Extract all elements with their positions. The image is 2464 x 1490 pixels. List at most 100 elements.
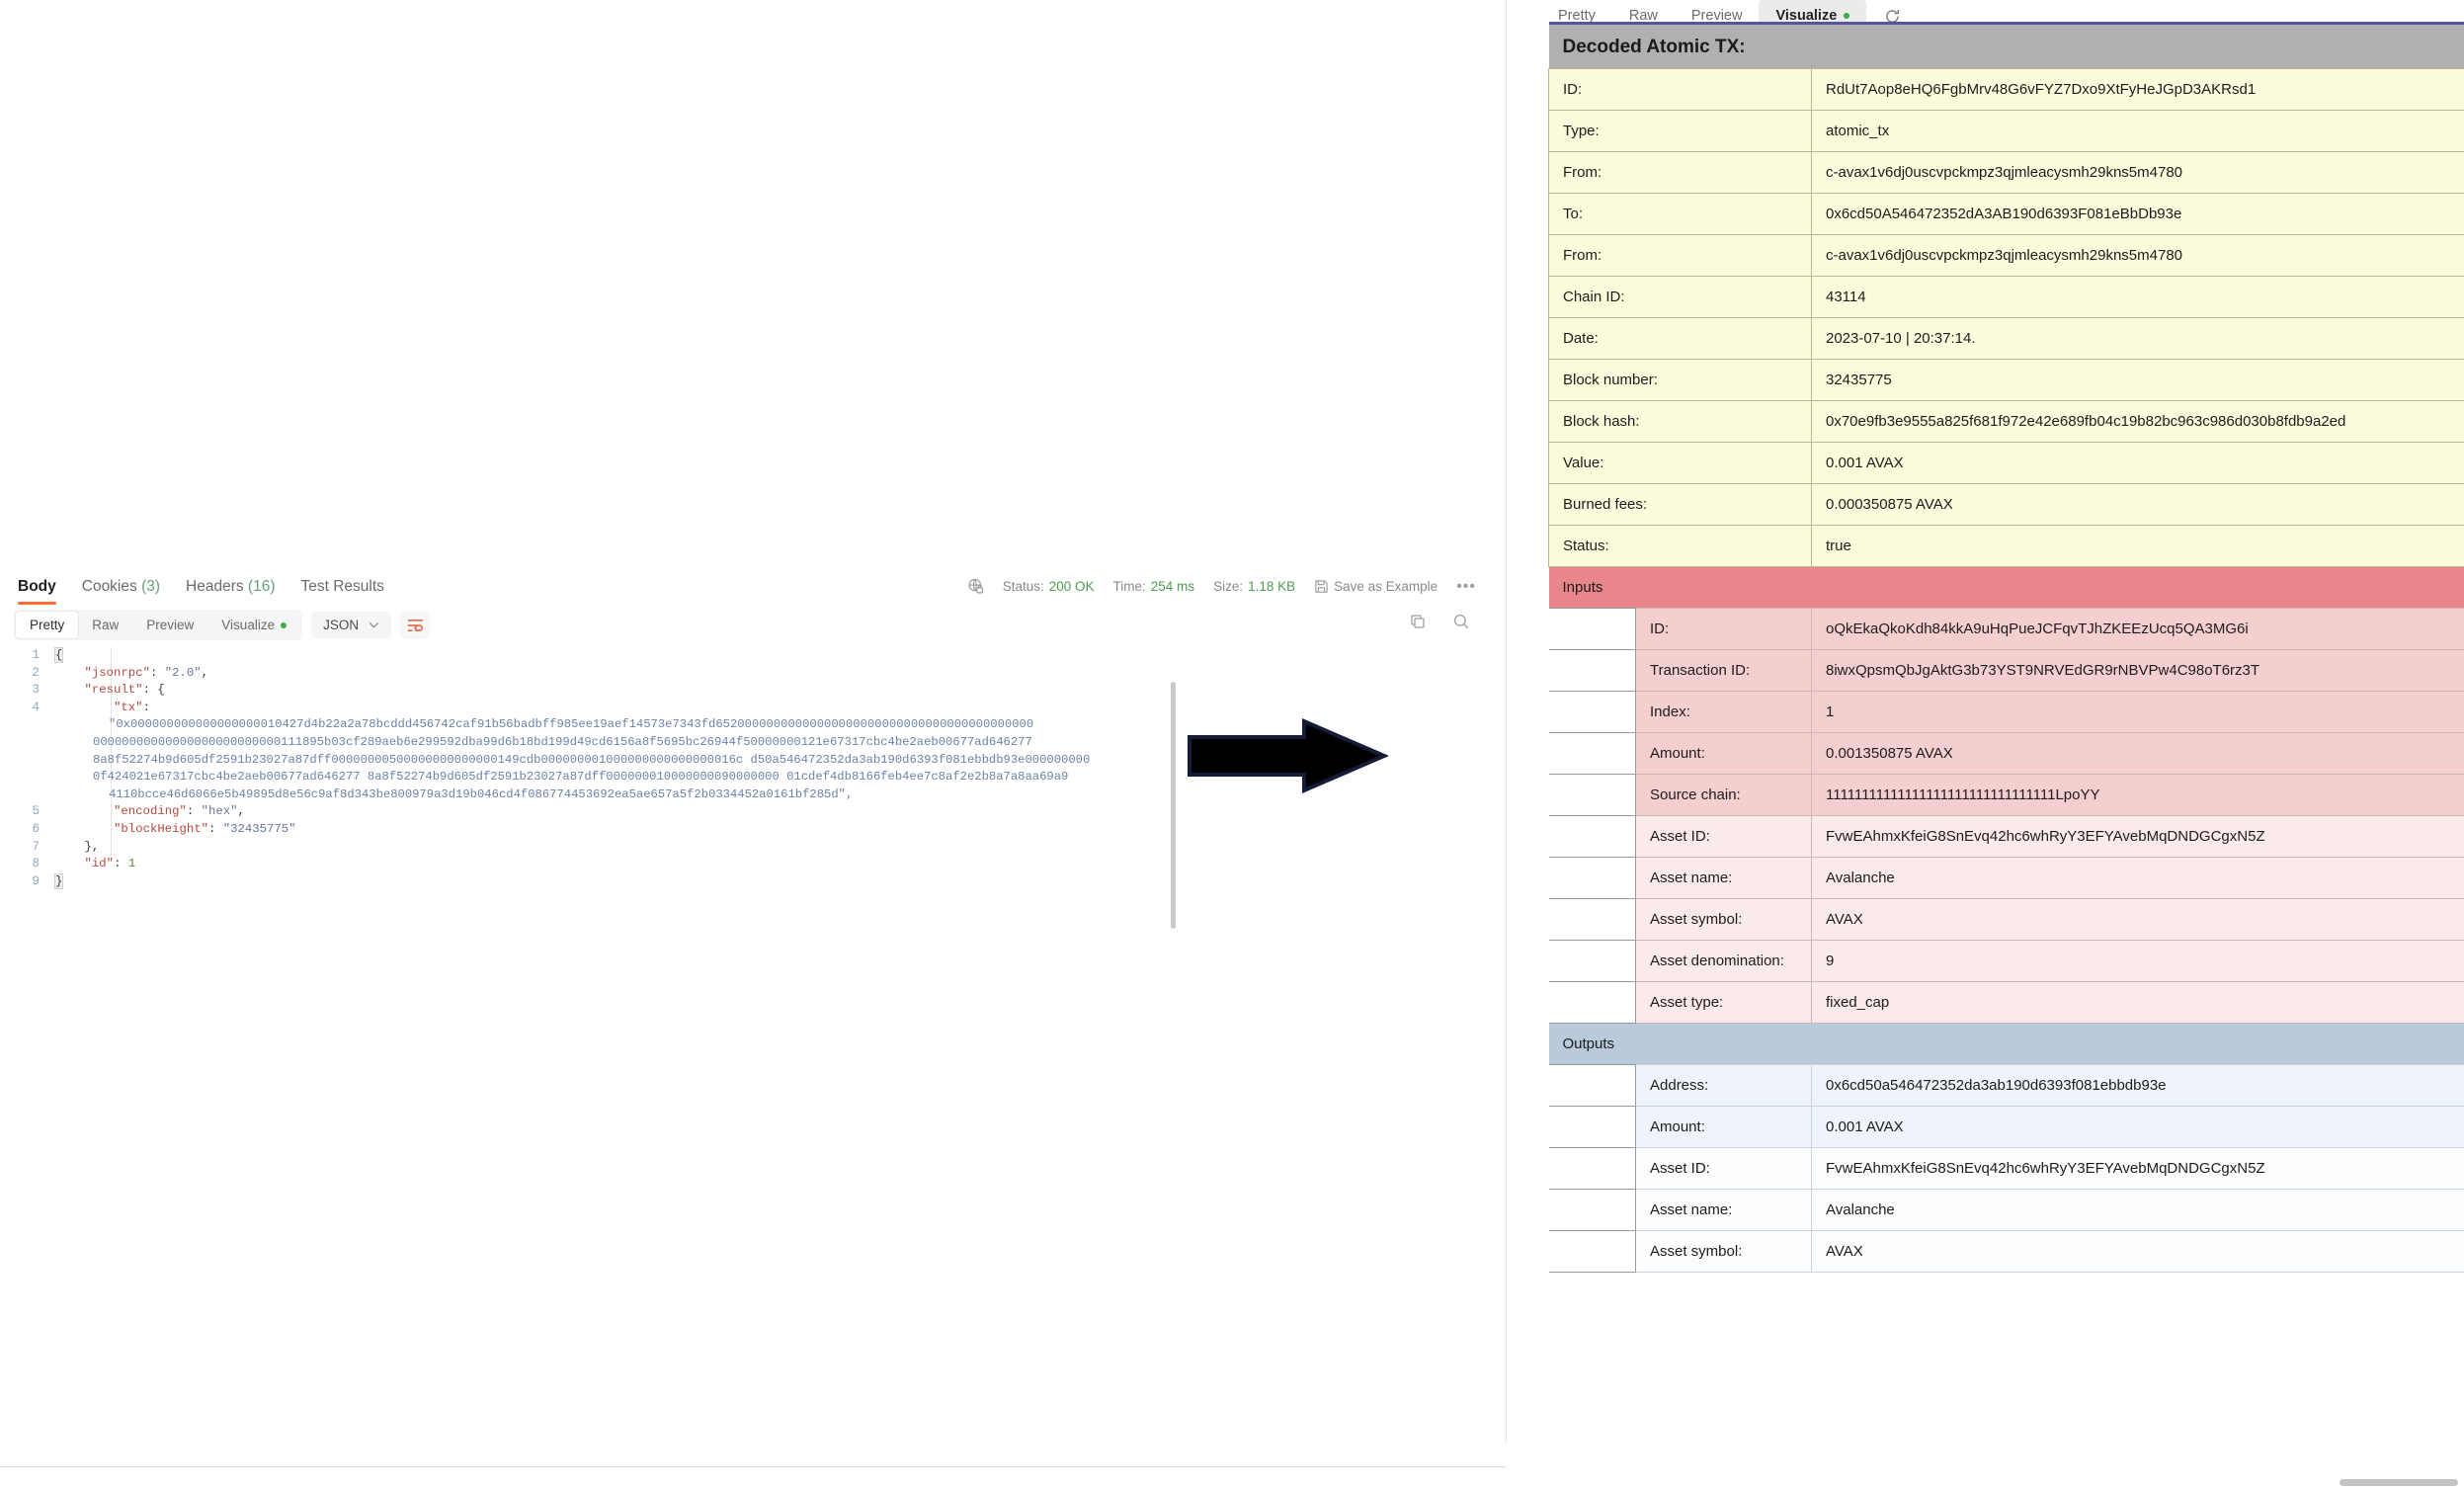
code-line: 3 "result": { bbox=[0, 682, 1507, 700]
row-label: Amount: bbox=[1635, 732, 1812, 775]
chevron-down-icon bbox=[369, 621, 379, 628]
row-value: atomic_tx bbox=[1811, 110, 2464, 152]
row-spacer bbox=[1548, 1147, 1636, 1190]
row-value: 0x70e9fb3e9555a825f681f972e42e689fb04c19… bbox=[1811, 400, 2464, 443]
table-row: Asset symbol: AVAX bbox=[1548, 898, 2464, 941]
copy-icon[interactable] bbox=[1409, 613, 1427, 630]
format-tab-visualize-label: Visualize bbox=[221, 618, 276, 632]
tab-headers-label: Headers bbox=[186, 578, 244, 595]
format-tab-visualize[interactable]: Visualize bbox=[207, 612, 300, 638]
row-label: Asset type: bbox=[1635, 981, 1812, 1024]
table-row: Date: 2023-07-10 | 20:37:14. bbox=[1548, 317, 2464, 360]
table-row: Amount: 0.001350875 AVAX bbox=[1548, 732, 2464, 775]
table-row: Transaction ID: 8iwxQpsmQbJgAktG3b73YST9N… bbox=[1548, 649, 2464, 692]
row-spacer bbox=[1548, 940, 1636, 982]
row-label: Block hash: bbox=[1548, 400, 1812, 443]
row-label: From: bbox=[1548, 151, 1812, 194]
code-key: "jsonrpc" bbox=[84, 665, 150, 680]
row-label: To: bbox=[1548, 193, 1812, 235]
row-label: Source chain: bbox=[1635, 774, 1812, 816]
visualize-active-dot-icon bbox=[1844, 13, 1850, 19]
row-label: Burned fees: bbox=[1548, 483, 1812, 526]
row-value: AVAX bbox=[1811, 1230, 2464, 1273]
floppy-disk-icon bbox=[1314, 579, 1329, 594]
hex-line: 8a8f52274b9d605df2591b23027a87dff0000000… bbox=[93, 752, 1091, 767]
line-number: 2 bbox=[32, 665, 40, 680]
table-row: Chain ID: 43114 bbox=[1548, 276, 2464, 318]
tab-test-results[interactable]: Test Results bbox=[301, 578, 384, 605]
search-icon[interactable] bbox=[1452, 613, 1470, 630]
row-value: 0.001 AVAX bbox=[1811, 442, 2464, 484]
section-header-inputs: Inputs bbox=[1548, 566, 2464, 609]
code-line: 8 "id": 1 bbox=[0, 856, 1507, 873]
language-select[interactable]: JSON bbox=[311, 612, 392, 638]
row-label: Type: bbox=[1548, 110, 1812, 152]
row-label: Asset ID: bbox=[1635, 1147, 1812, 1190]
row-value: oQkEkaQkoKdh84kkA9uHqPueJCFqvTJhZKEEzUcq… bbox=[1811, 608, 2464, 650]
code-key: "encoding" bbox=[114, 804, 187, 819]
row-value: FvwEAhmxKfeiG8SnEvq42hc6whRyY3EFYAvebMqD… bbox=[1811, 1147, 2464, 1190]
code-token: : bbox=[142, 700, 150, 714]
line-number: 8 bbox=[32, 857, 40, 871]
tab-body[interactable]: Body bbox=[18, 578, 56, 605]
format-tab-pretty[interactable]: Pretty bbox=[16, 612, 79, 638]
save-as-example-label: Save as Example bbox=[1334, 579, 1438, 594]
code-token: { bbox=[53, 647, 64, 663]
table-row: Burned fees: 0.000350875 AVAX bbox=[1548, 483, 2464, 526]
code-line: 7 }, bbox=[0, 839, 1507, 857]
row-label: Value: bbox=[1548, 442, 1812, 484]
line-number: 5 bbox=[32, 804, 40, 819]
code-line: 5 "encoding": "hex", bbox=[0, 803, 1507, 821]
code-token: { bbox=[157, 683, 165, 698]
horizontal-scrollbar[interactable] bbox=[2340, 1479, 2458, 1486]
tab-cookies[interactable]: Cookies (3) bbox=[82, 578, 160, 605]
pane-bottom-strip bbox=[0, 1444, 1507, 1466]
response-status-bar: Status: 200 OK Time: 254 ms Size: 1.18 K… bbox=[967, 578, 1476, 595]
format-tab-preview-label: Preview bbox=[146, 618, 195, 632]
row-label: Asset symbol: bbox=[1635, 1230, 1812, 1273]
code-token: }, bbox=[84, 839, 100, 854]
save-as-example-button[interactable]: Save as Example bbox=[1314, 579, 1437, 594]
row-value: 9 bbox=[1811, 940, 2464, 982]
code-value: "hex" bbox=[201, 804, 238, 819]
row-label: Asset ID: bbox=[1635, 815, 1812, 858]
size-value: 1.18 KB bbox=[1248, 579, 1296, 594]
response-tabs: Body Cookies (3) Headers (16) Test Resul… bbox=[18, 578, 384, 605]
line-number: 1 bbox=[32, 648, 40, 662]
hex-line: "0x000000000000000000010427d4b22a2a78bcd… bbox=[109, 717, 1034, 732]
row-spacer bbox=[1548, 691, 1636, 733]
line-number: 7 bbox=[32, 839, 40, 854]
tab-test-results-label: Test Results bbox=[300, 578, 384, 595]
row-value: RdUt7Aop8eHQ6FgbMrv48G6vFYZ7Dxo9XtFyHeJG… bbox=[1811, 68, 2464, 111]
row-value: AVAX bbox=[1811, 898, 2464, 941]
table-row: Source chain: 111111111111111111111111111… bbox=[1548, 774, 2464, 816]
code-token: } bbox=[53, 872, 64, 889]
table-row: Asset symbol: AVAX bbox=[1548, 1230, 2464, 1273]
inputs-section-label: Inputs bbox=[1548, 566, 2464, 609]
row-value: 0.000350875 AVAX bbox=[1811, 483, 2464, 526]
size-label: Size: bbox=[1213, 579, 1244, 594]
row-value: Avalanche bbox=[1811, 857, 2464, 899]
line-number: 6 bbox=[32, 821, 40, 836]
row-label: Chain ID: bbox=[1548, 276, 1812, 318]
tab-headers[interactable]: Headers (16) bbox=[186, 578, 275, 605]
json-code-viewer[interactable]: 1 { 2 "jsonrpc": "2.0", 3 "result": { 4 … bbox=[0, 647, 1507, 944]
format-tab-raw[interactable]: Raw bbox=[78, 612, 132, 638]
row-spacer bbox=[1548, 608, 1636, 650]
tab-cookies-label: Cookies bbox=[81, 578, 137, 595]
table-row: Index: 1 bbox=[1548, 691, 2464, 733]
visualize-pane: Pretty Raw Preview Visualize Decoded Ato… bbox=[1525, 0, 2464, 1490]
more-options-icon[interactable]: ••• bbox=[1456, 578, 1476, 594]
row-label: Date: bbox=[1548, 317, 1812, 360]
row-value: true bbox=[1811, 525, 2464, 567]
row-label: Index: bbox=[1635, 691, 1812, 733]
code-value: "32435775" bbox=[222, 821, 296, 836]
row-value: fixed_cap bbox=[1811, 981, 2464, 1024]
code-value: "2.0" bbox=[164, 665, 202, 680]
row-label: From: bbox=[1548, 234, 1812, 277]
row-value: 1 bbox=[1811, 691, 2464, 733]
wrap-lines-button[interactable] bbox=[400, 611, 431, 639]
format-tab-preview[interactable]: Preview bbox=[132, 612, 207, 638]
status-value: 200 OK bbox=[1048, 579, 1095, 594]
response-time: Time: 254 ms bbox=[1113, 579, 1195, 594]
